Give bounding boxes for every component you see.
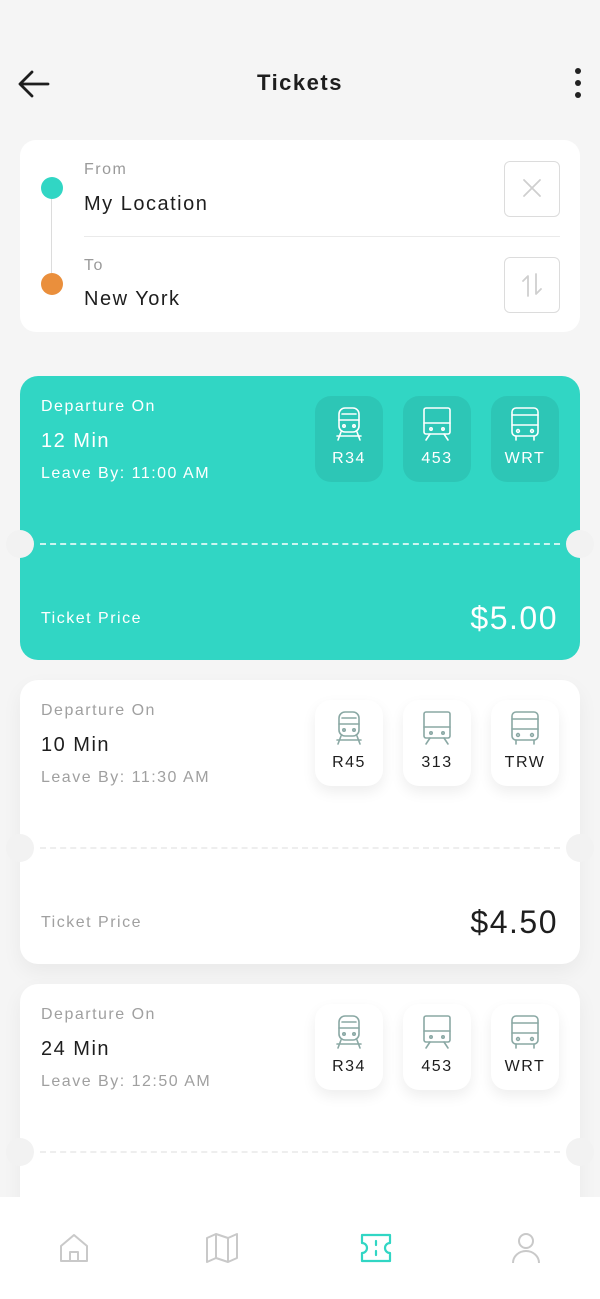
tram-icon	[423, 407, 451, 441]
more-options-button[interactable]	[566, 68, 590, 102]
vehicle-chip[interactable]: R34	[315, 396, 383, 482]
vehicle-code: WRT	[504, 1058, 546, 1075]
train-icon	[336, 407, 362, 441]
nav-map[interactable]	[202, 1229, 242, 1269]
leave-by-time: Leave By: 12:50 AM	[41, 1073, 212, 1090]
to-label: To	[84, 257, 104, 274]
vehicle-code: R34	[332, 1058, 366, 1075]
ticket-notch	[6, 834, 34, 862]
departure-time: 12 Min	[41, 430, 111, 452]
leave-by-time: Leave By: 11:00 AM	[41, 465, 211, 482]
route-connector-line	[51, 199, 52, 273]
profile-icon	[512, 1233, 540, 1264]
clear-button[interactable]	[504, 161, 560, 217]
route-divider	[84, 236, 560, 237]
vehicle-chip[interactable]: R34	[315, 1004, 383, 1090]
tram-icon	[423, 711, 451, 745]
train-icon	[336, 711, 362, 745]
home-icon	[60, 1234, 88, 1262]
close-icon	[523, 179, 541, 197]
page-title: Tickets	[257, 70, 343, 95]
ticket-icon	[360, 1233, 392, 1263]
departure-label: Departure On	[41, 702, 156, 719]
nav-tickets[interactable]	[356, 1229, 396, 1269]
tram-icon	[423, 1015, 451, 1049]
ticket-card-selected[interactable]: Departure On 12 Min Leave By: 11:00 AM R…	[6, 376, 594, 660]
ticket-price: $5.00	[470, 600, 558, 636]
ticket-price-label: Ticket Price	[41, 610, 142, 627]
perforation-line	[40, 847, 560, 849]
ticket-card[interactable]: Departure On 10 Min Leave By: 11:30 AM R…	[6, 680, 594, 964]
vehicle-chip[interactable]: WRT	[491, 1004, 559, 1090]
map-icon	[206, 1233, 238, 1263]
route-card: From My Location To New York	[20, 140, 580, 332]
swap-button[interactable]	[504, 257, 560, 313]
vehicle-chip[interactable]: 453	[403, 396, 471, 482]
ticket-price-label: Ticket Price	[41, 914, 142, 931]
from-field[interactable]: My Location	[84, 193, 208, 216]
perforation-line	[40, 543, 560, 545]
vehicle-code: TRW	[504, 754, 546, 771]
to-dot	[41, 273, 63, 295]
vehicle-code: 453	[421, 450, 453, 467]
swap-icon	[522, 273, 542, 297]
vehicle-chip[interactable]: WRT	[491, 396, 559, 482]
vehicle-chip[interactable]: TRW	[491, 700, 559, 786]
departure-time: 10 Min	[41, 734, 111, 756]
nav-profile[interactable]	[506, 1229, 546, 1269]
ticket-notch	[566, 1138, 594, 1166]
vehicle-code: WRT	[504, 450, 546, 467]
vehicle-chip[interactable]: 453	[403, 1004, 471, 1090]
ticket-notch	[566, 834, 594, 862]
vehicle-code: 453	[421, 1058, 453, 1075]
ticket-notch	[6, 530, 34, 558]
header: Tickets	[0, 50, 600, 116]
ticket-price: $4.50	[470, 904, 558, 940]
bus-icon	[511, 1015, 539, 1049]
departure-label: Departure On	[41, 1006, 156, 1023]
vehicle-code: R34	[332, 450, 366, 467]
from-dot	[41, 177, 63, 199]
from-label: From	[84, 161, 128, 178]
to-field[interactable]: New York	[84, 288, 181, 311]
departure-time: 24 Min	[41, 1038, 111, 1060]
more-vertical-icon	[566, 68, 590, 98]
bus-icon	[511, 711, 539, 745]
departure-label: Departure On	[41, 398, 156, 415]
ticket-notch	[566, 530, 594, 558]
nav-home[interactable]	[54, 1229, 94, 1269]
vehicle-code: R45	[332, 754, 366, 771]
bottom-nav	[0, 1197, 600, 1299]
train-icon	[336, 1015, 362, 1049]
vehicle-chip[interactable]: R45	[315, 700, 383, 786]
leave-by-time: Leave By: 11:30 AM	[41, 769, 211, 786]
vehicle-code: 313	[421, 754, 453, 771]
bus-icon	[511, 407, 539, 441]
ticket-notch	[6, 1138, 34, 1166]
perforation-line	[40, 1151, 560, 1153]
vehicle-chip[interactable]: 313	[403, 700, 471, 786]
